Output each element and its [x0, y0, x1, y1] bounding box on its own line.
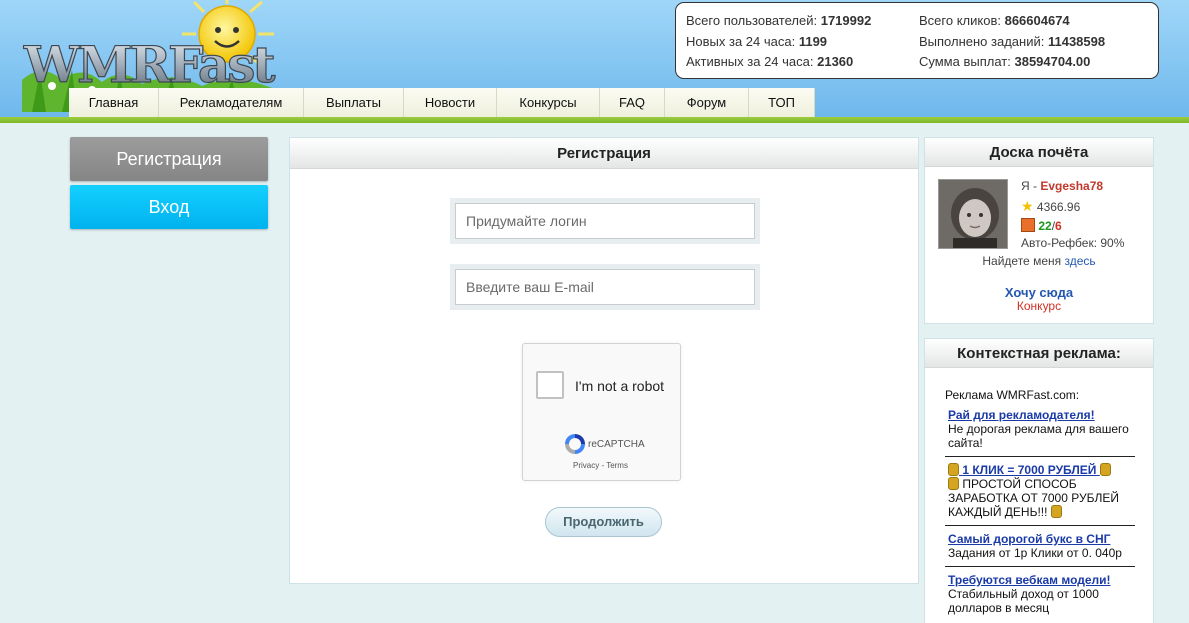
ad-text: Не дорогая реклама для вашего сайта! [948, 422, 1129, 450]
money-bag-icon [1050, 505, 1062, 518]
menu-item-forum[interactable]: Форум [665, 88, 749, 118]
ad-link[interactable]: Требуются вебкам модели! [948, 573, 1135, 587]
svg-text:WMRFast: WMRFast [23, 35, 275, 94]
money-bag-icon [948, 477, 959, 490]
find-me-link[interactable]: здесь [1064, 254, 1095, 268]
ad-link[interactable]: Самый дорогой букс в СНГ [948, 532, 1135, 546]
ad-link[interactable]: Рай для рекламодателя! [948, 408, 1135, 422]
honor-auto-refback: Авто-Рефбек: 90% [1021, 236, 1125, 250]
contest-link[interactable]: Конкурс [925, 299, 1153, 313]
registration-panel: Регистрация I'm not a robot reCAPTCHA Pr… [289, 137, 919, 584]
site-stats: Всего пользователей: 1719992 Новых за 24… [675, 2, 1159, 79]
menu-item-payouts[interactable]: Выплаты [304, 88, 404, 118]
honor-user: Я - Evgesha78 [1021, 179, 1104, 193]
menu-item-news[interactable]: Новости [404, 88, 497, 118]
stat-new-24h: Новых за 24 часа: 1199 [686, 34, 828, 49]
ad-text: ПРОСТОЙ СПОСОБ ЗАРАБОТКА ОТ 7000 РУБЛЕЙ … [948, 477, 1119, 519]
honor-board-title: Доска почёта [925, 138, 1153, 167]
ads-site-label: Реклама WMRFast.com: [945, 388, 1080, 402]
avatar[interactable] [938, 179, 1008, 249]
ad-text: Стабильный доход от 1000 долларов в меся… [948, 587, 1099, 615]
ad-item: Рай для рекламодателя! Не дорогая реклам… [945, 408, 1135, 457]
register-button[interactable]: Регистрация [70, 137, 268, 181]
star-icon: ★ [1021, 198, 1034, 214]
honor-refs: 22/6 [1021, 218, 1062, 233]
ad-item: Самый дорогой букс в СНГ Задания от 1р К… [945, 532, 1135, 567]
email-field-wrap [450, 264, 760, 310]
login-input[interactable] [455, 203, 755, 239]
login-field-wrap [450, 198, 760, 244]
stat-payouts: Сумма выплат: 38594704.00 [919, 54, 1091, 69]
gift-icon [1021, 218, 1035, 232]
ad-item: 1 КЛИК = 7000 РУБЛЕЙ ПРОСТОЙ СПОСОБ ЗАРА… [945, 463, 1135, 526]
honor-rating: ★ 4366.96 [1021, 198, 1081, 214]
context-ads-title: Контекстная реклама: [925, 339, 1153, 368]
recaptcha-label: I'm not a robot [575, 378, 665, 394]
recaptcha-widget: I'm not a robot reCAPTCHA Privacy - Term… [522, 343, 681, 481]
menu-item-top[interactable]: ТОП [749, 88, 815, 118]
registration-title: Регистрация [290, 138, 918, 169]
recaptcha-links[interactable]: Privacy - Terms [573, 461, 628, 470]
honor-board: Доска почёта Я - Evgesha78 ★ 4366.96 22/… [924, 137, 1154, 324]
menu-item-faq[interactable]: FAQ [600, 88, 665, 118]
stat-tasks-done: Выполнено заданий: 11438598 [919, 34, 1106, 49]
ad-item: Требуются вебкам модели! Стабильный дохо… [945, 573, 1135, 621]
menu-item-contests[interactable]: Конкурсы [497, 88, 600, 118]
context-ads: Контекстная реклама: Реклама WMRFast.com… [924, 338, 1154, 623]
recaptcha-brand: reCAPTCHA [588, 439, 645, 450]
header: WMRFast Всего пользователей: 1719992 Нов… [0, 0, 1189, 118]
continue-button[interactable]: Продолжить [545, 507, 662, 537]
recaptcha-logo-icon [565, 434, 585, 454]
main-menu: Главная Рекламодателям Выплаты Новости К… [69, 88, 815, 118]
login-button[interactable]: Вход [70, 185, 268, 229]
header-divider [0, 117, 1189, 123]
honor-find-me: Найдете меня здесь [982, 254, 1096, 268]
menu-item-advertisers[interactable]: Рекламодателям [159, 88, 304, 118]
money-bag-icon [948, 463, 959, 476]
ad-text: Задания от 1р Клики от 0. 040р [948, 546, 1122, 560]
money-bag-icon [1099, 463, 1111, 476]
ads-list: Реклама WMRFast.com: Рай для рекламодате… [945, 388, 1135, 623]
want-here-link[interactable]: Хочу сюда [925, 285, 1153, 300]
honor-user-name[interactable]: Evgesha78 [1040, 179, 1103, 193]
recaptcha-checkbox[interactable] [536, 371, 564, 399]
stat-total-users: Всего пользователей: 1719992 [686, 13, 872, 28]
menu-item-home[interactable]: Главная [69, 88, 159, 118]
stat-active-24h: Активных за 24 часа: 21360 [686, 54, 854, 69]
ad-link[interactable]: 1 КЛИК = 7000 РУБЛЕЙ [948, 463, 1135, 477]
email-input[interactable] [455, 269, 755, 305]
stat-total-clicks: Всего кликов: 866604674 [919, 13, 1070, 28]
